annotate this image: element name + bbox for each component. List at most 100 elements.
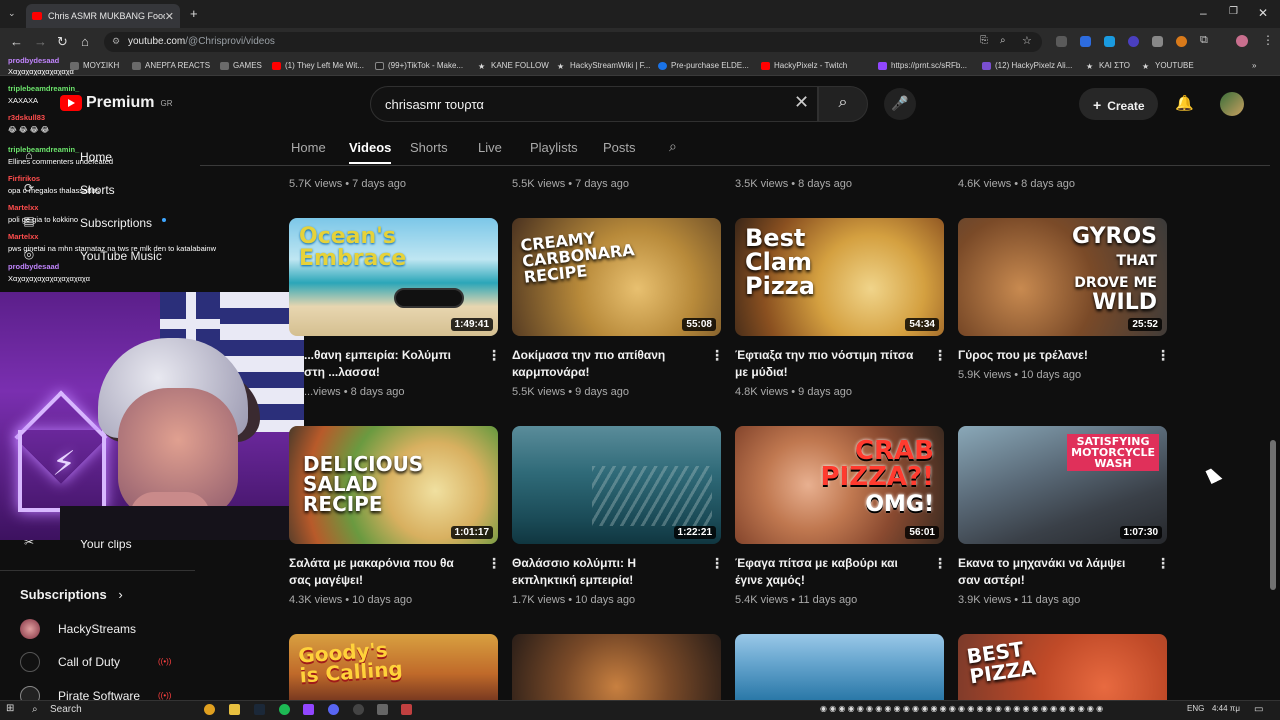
notifications-bell-icon[interactable]: 🔔: [1175, 94, 1194, 112]
video-thumbnail[interactable]: Ocean's Embrace 1:49:41: [289, 218, 498, 336]
video-thumbnail[interactable]: Best Clam Pizza 54:34: [735, 218, 944, 336]
tab-list-icon[interactable]: ⌄: [8, 8, 16, 19]
subscription-item[interactable]: HackyStreams: [20, 619, 136, 639]
channel-search-icon[interactable]: ⌕: [669, 138, 677, 155]
install-app-icon[interactable]: ⎘: [980, 35, 988, 46]
video-title[interactable]: Εκανα το μηχανάκι να λάμψει σαν αστέρι!: [958, 555, 1138, 589]
app-icon[interactable]: [401, 704, 412, 715]
more-options-icon[interactable]: ⋮: [933, 555, 947, 572]
video-title[interactable]: Έφτιαξα την πιο νόστιμη πίτσα με μύδια!: [735, 347, 915, 381]
clock[interactable]: 4:44 πμ: [1212, 704, 1240, 713]
minimize-icon[interactable]: –: [1200, 6, 1207, 20]
site-info-icon[interactable]: ⚙: [112, 36, 120, 47]
video-thumbnail[interactable]: CRAB PIZZA?! OMG! 56:01: [735, 426, 944, 544]
youtube-premium-logo[interactable]: Premium GR: [60, 94, 172, 112]
restore-icon[interactable]: ❐: [1229, 6, 1238, 17]
discord-icon[interactable]: [328, 704, 339, 715]
taskbar-search[interactable]: ⌕ Search: [26, 703, 196, 718]
profile-avatar[interactable]: [1236, 35, 1248, 47]
bookmark-item[interactable]: (12) HackyPixelz Ali...: [982, 61, 1072, 70]
more-options-icon[interactable]: ⋮: [487, 347, 501, 364]
more-options-icon[interactable]: ⋮: [933, 347, 947, 364]
bookmark-item[interactable]: ΑΝΕΡΓΑ REACTS: [132, 61, 210, 70]
notification-center-icon[interactable]: ▭: [1254, 704, 1263, 715]
bookmark-item[interactable]: ΜΟΥΣΙΚΗ: [70, 61, 119, 70]
more-options-icon[interactable]: ⋮: [487, 555, 501, 572]
url-input[interactable]: youtube.com/@Chrisprovi/videos: [104, 32, 1042, 52]
bookmark-item[interactable]: (1) They Left Me Wit...: [272, 61, 364, 70]
extensions-puzzle-icon[interactable]: ⧉: [1200, 34, 1208, 47]
search-button[interactable]: ⌕: [818, 86, 868, 122]
video-thumbnail[interactable]: [735, 634, 944, 700]
bookmark-item[interactable]: (99+)TikTok - Make...: [375, 61, 463, 70]
browser-tab[interactable]: Chris ASMR MUKBANG Food / ✕: [26, 4, 180, 28]
bookmark-star-icon[interactable]: ☆: [1022, 34, 1032, 47]
bookmark-item[interactable]: GAMES: [220, 61, 262, 70]
voice-search-button[interactable]: 🎤: [884, 88, 916, 120]
tray-icons[interactable]: ◉ ◉ ◉ ◉ ◉ ◉ ◉ ◉ ◉ ◉ ◉ ◉ ◉ ◉ ◉ ◉ ◉ ◉ ◉ ◉ …: [820, 704, 1103, 713]
more-options-icon[interactable]: ⋮: [1156, 347, 1170, 364]
extension-icon[interactable]: [1056, 36, 1067, 47]
back-icon[interactable]: ←: [10, 34, 23, 49]
bookmark-item[interactable]: ★ KANE FOLLOW: [478, 61, 549, 71]
video-title[interactable]: Γύρος που με τρέλανε!: [958, 347, 1138, 364]
tab-videos[interactable]: Videos: [349, 140, 391, 155]
bookmark-item[interactable]: Pre-purchase ELDE...: [658, 61, 749, 70]
tab-posts[interactable]: Posts: [603, 140, 636, 155]
video-thumbnail[interactable]: DELICIOUS SALAD RECIPE 1:01:17: [289, 426, 498, 544]
extension-icon[interactable]: [1152, 36, 1163, 47]
video-title[interactable]: Σαλάτα με μακαρόνια που θα σας μαγέψει!: [289, 555, 469, 589]
more-options-icon[interactable]: ⋮: [1156, 555, 1170, 572]
extension-icon[interactable]: [1128, 36, 1139, 47]
video-thumbnail[interactable]: GYROS THAT DROVE ME WILD 25:52: [958, 218, 1167, 336]
video-thumbnail[interactable]: SATISFYING MOTORCYCLE WASH 1:07:30: [958, 426, 1167, 544]
browser-menu-icon[interactable]: ⋮: [1262, 33, 1274, 47]
window-close-icon[interactable]: ✕: [1258, 6, 1268, 20]
video-title[interactable]: Δοκίμασα την πιο απίθανη καρμπονάρα!: [512, 347, 692, 381]
more-options-icon[interactable]: ⋮: [710, 555, 724, 572]
video-title[interactable]: Έφαγα πίτσα με καβούρι και έγινε χαμός!: [735, 555, 915, 589]
bookmark-item[interactable]: ★ YOUTUBE: [1142, 61, 1194, 71]
user-avatar[interactable]: [1220, 92, 1244, 116]
video-thumbnail[interactable]: CREAMY CARBONARA RECIPE 55:08: [512, 218, 721, 336]
tab-home[interactable]: Home: [291, 140, 326, 155]
bookmark-item[interactable]: HackyPixelz - Twitch: [761, 61, 847, 70]
video-title[interactable]: Θαλάσσιο κολύμπι: Η εκπληκτική εμπειρία!: [512, 555, 692, 589]
extension-icon[interactable]: [1080, 36, 1091, 47]
bookmark-item[interactable]: ★ ΚΑΙ ΣΤΟ: [1086, 61, 1130, 71]
app-icon[interactable]: [377, 704, 388, 715]
spotify-icon[interactable]: [279, 704, 290, 715]
zoom-icon[interactable]: ⌕: [1000, 35, 1006, 46]
start-icon[interactable]: ⊞: [6, 703, 14, 714]
bookmark-item[interactable]: ★ HackyStreamWiki | F...: [557, 61, 650, 71]
tab-playlists[interactable]: Playlists: [530, 140, 578, 155]
steam-icon[interactable]: [254, 704, 265, 715]
new-tab-icon[interactable]: +: [190, 6, 198, 21]
video-title[interactable]: ...θανη εμπειρία: Κολύμπι στη ...λασσα!: [304, 347, 469, 381]
tab-live[interactable]: Live: [478, 140, 502, 155]
obs-icon[interactable]: [353, 704, 364, 715]
bookmarks-overflow-icon[interactable]: »: [1252, 61, 1256, 70]
create-button[interactable]: + Create: [1079, 88, 1158, 120]
file-explorer-icon[interactable]: [229, 704, 240, 715]
subscription-item[interactable]: Call of Duty: [20, 652, 120, 672]
extension-icon[interactable]: [1104, 36, 1115, 47]
input-language[interactable]: ENG: [1187, 704, 1204, 713]
search-input[interactable]: chrisasmr τουρτα: [370, 86, 818, 122]
more-options-icon[interactable]: ⋮: [710, 347, 724, 364]
extension-icon[interactable]: [1176, 36, 1187, 47]
clear-search-icon[interactable]: ✕: [794, 92, 809, 113]
subscriptions-heading[interactable]: Subscriptions ›: [20, 587, 123, 602]
bookmark-item[interactable]: https://prnt.sc/sRFb...: [878, 61, 967, 70]
home-icon[interactable]: ⌂: [81, 34, 89, 49]
twitch-icon[interactable]: [303, 704, 314, 715]
page-scrollbar-thumb[interactable]: [1270, 440, 1276, 590]
video-thumbnail[interactable]: Goody's is Calling: [289, 634, 498, 700]
tab-shorts[interactable]: Shorts: [410, 140, 448, 155]
video-thumbnail[interactable]: 1:22:21: [512, 426, 721, 544]
close-tab-icon[interactable]: ✕: [165, 10, 174, 23]
video-thumbnail[interactable]: [512, 634, 721, 700]
video-thumbnail[interactable]: BEST PIZZA: [958, 634, 1167, 700]
forward-icon[interactable]: →: [34, 34, 47, 49]
chrome-app-icon[interactable]: [204, 704, 215, 715]
